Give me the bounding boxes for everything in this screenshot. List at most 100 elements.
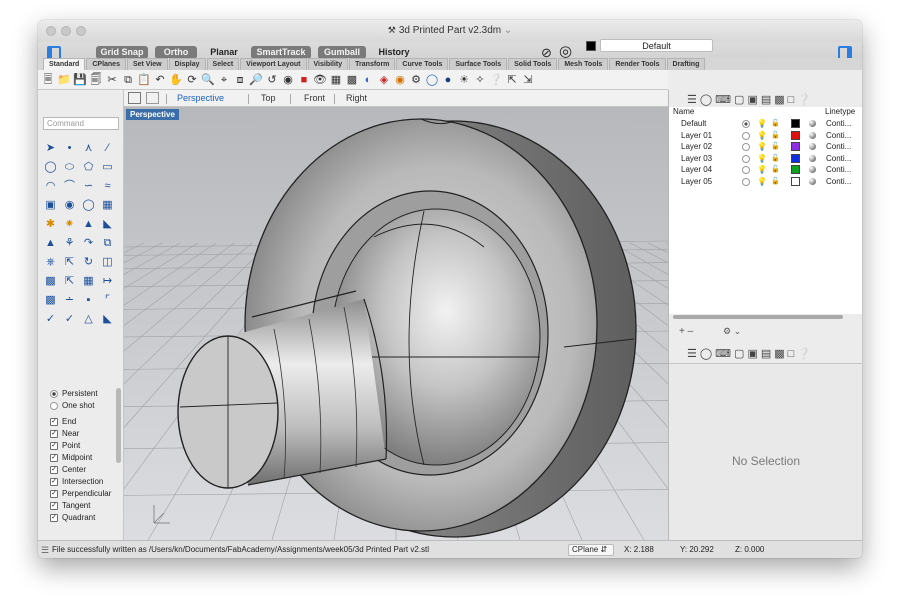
move-tool-icon[interactable]: ⎈	[42, 254, 59, 271]
render-icon[interactable]: ●	[441, 73, 455, 87]
layer-color-swatch[interactable]	[791, 130, 800, 140]
undo-view-icon[interactable]: ↺	[265, 73, 279, 87]
four-viewport-icon[interactable]	[146, 92, 159, 104]
layer-name[interactable]: Layer 05	[681, 176, 712, 187]
hatch-icon[interactable]: ◣	[99, 311, 116, 328]
layer-linetype[interactable]: Conti...	[826, 176, 851, 187]
select-arrow-icon[interactable]: ➤	[42, 140, 59, 157]
layer-name[interactable]: Layer 04	[681, 164, 712, 175]
layer-name[interactable]: Default	[681, 118, 706, 129]
arc-icon[interactable]: ◠	[42, 178, 59, 195]
osnap-intersection[interactable]: ✓ Intersection	[50, 476, 122, 488]
tab-front[interactable]: Front	[304, 93, 325, 103]
polyline-icon[interactable]: ⋏	[80, 140, 97, 157]
checkbox[interactable]: ✓	[50, 478, 58, 486]
status-panel-icon[interactable]: ☰	[41, 541, 49, 558]
boolean-union-icon[interactable]: ✱	[42, 216, 59, 233]
box-edit-icon[interactable]: ▩	[42, 292, 59, 309]
eye-icon[interactable]: 👁	[313, 73, 327, 87]
materials-icon[interactable]: ◯	[425, 73, 439, 87]
grid-icon[interactable]: ▩	[345, 73, 359, 87]
offset-icon[interactable]: ≈	[99, 178, 116, 195]
lock-icon[interactable]: 🔓	[771, 118, 780, 129]
layer-row[interactable]: Layer 03 💡 🔓 Conti...	[669, 153, 862, 164]
panel-tabs-top[interactable]: ☰◯⌨▢▣▤▩□❔	[687, 93, 847, 107]
extrude-icon[interactable]: ▲	[80, 216, 97, 233]
tab-solid-tools[interactable]: Solid Tools	[508, 58, 558, 70]
analyze-icon[interactable]: ∸	[61, 292, 78, 309]
split-icon[interactable]: ↷	[80, 235, 97, 252]
current-layer-radio[interactable]	[742, 177, 750, 186]
layer-name[interactable]: Layer 01	[681, 130, 712, 141]
cplane-icon[interactable]: ▦	[329, 73, 343, 87]
viewport-canvas[interactable]	[124, 107, 668, 540]
cplane-dropdown[interactable]: CPlane ⇵	[568, 544, 614, 556]
shaded-icon[interactable]: ◐	[361, 73, 375, 87]
viewport-title[interactable]: Perspective	[126, 109, 179, 120]
checkbox[interactable]: ✓	[50, 466, 58, 474]
layers-name-header[interactable]: Name	[673, 107, 694, 116]
osnap-end[interactable]: ✓ End	[50, 416, 122, 428]
zoom-selected-icon[interactable]: 🔎	[249, 73, 263, 87]
visibility-bulb-icon[interactable]: 💡	[757, 153, 767, 164]
array-linear-icon[interactable]: ▪	[80, 292, 97, 309]
visibility-bulb-icon[interactable]: 💡	[757, 130, 767, 141]
visibility-bulb-icon[interactable]: 💡	[757, 176, 767, 187]
rotate-tool-icon[interactable]: ↻	[80, 254, 97, 271]
scale-icon[interactable]: ⇲	[521, 73, 535, 87]
paste-icon[interactable]: 📋	[137, 73, 151, 87]
new-file-icon[interactable]: 🗏	[41, 73, 55, 87]
tab-viewport-layout[interactable]: Viewport Layout	[240, 58, 307, 70]
scale-tool-icon[interactable]: ⇱	[61, 273, 78, 290]
visibility-bulb-icon[interactable]: 💡	[757, 164, 767, 175]
help-icon[interactable]: ❔	[489, 73, 503, 87]
layer-linetype[interactable]: Conti...	[826, 164, 851, 175]
lock-icon[interactable]: 🔓	[771, 141, 780, 152]
mirror-tool-icon[interactable]: ◫	[99, 254, 116, 271]
layer-row[interactable]: Layer 05 💡 🔓 Conti...	[669, 176, 862, 187]
tab-display[interactable]: Display	[168, 58, 206, 70]
boolean-diff-icon[interactable]: ✷	[61, 216, 78, 233]
lock-icon[interactable]: 🔓	[771, 153, 780, 164]
save-as-icon[interactable]: 🗐	[89, 73, 103, 87]
polygon-icon[interactable]: ⬠	[80, 159, 97, 176]
zoom-extents-icon[interactable]: ⧈	[233, 73, 247, 87]
checkbox[interactable]: ✓	[50, 490, 58, 498]
lights-icon[interactable]: ☀	[457, 73, 471, 87]
add-remove-layer-buttons[interactable]: + –	[679, 326, 693, 337]
material-ball-icon[interactable]	[809, 143, 816, 150]
radio-button[interactable]	[50, 402, 58, 410]
pan-icon[interactable]: ✋	[169, 73, 183, 87]
material-ball-icon[interactable]	[809, 120, 816, 127]
tab-select[interactable]: Select	[206, 58, 240, 70]
panel-tabs-bottom[interactable]: ☰◯⌨▢▣▤▩□❔	[687, 347, 847, 361]
visibility-bulb-icon[interactable]: 💡	[757, 141, 767, 152]
copy-tool-icon[interactable]: ⇱	[61, 254, 78, 271]
undo-icon[interactable]: ↶	[153, 73, 167, 87]
osnap-perpendicular[interactable]: ✓ Perpendicular	[50, 488, 122, 500]
radio-button[interactable]	[50, 390, 58, 398]
line-icon[interactable]: ∕	[99, 140, 116, 157]
properties-icon[interactable]: ⚙	[409, 73, 423, 87]
layer-color-swatch[interactable]	[791, 142, 800, 151]
osnap-mode-persistent[interactable]: Persistent	[50, 388, 122, 400]
circle-icon[interactable]: ◯	[42, 159, 59, 176]
layer-linetype[interactable]: Conti...	[826, 141, 851, 152]
material-ball-icon[interactable]	[809, 154, 816, 162]
ellipse-icon[interactable]: ⬭	[61, 159, 78, 176]
array-icon[interactable]: ▩	[42, 273, 59, 290]
car-icon[interactable]: ■	[297, 73, 311, 87]
perspective-viewport[interactable]: Perspective	[124, 107, 668, 540]
osnap-midpoint[interactable]: ✓ Midpoint	[50, 452, 122, 464]
osnap-mode-one-shot[interactable]: One shot	[50, 400, 122, 412]
current-layer-field[interactable]: Default	[600, 39, 713, 52]
layer-row[interactable]: Default 💡 🔓 Conti...	[669, 118, 862, 129]
surface-icon[interactable]: ▦	[99, 197, 116, 214]
checkbox[interactable]: ✓	[50, 502, 58, 510]
material-ball-icon[interactable]	[809, 131, 816, 139]
checkbox[interactable]: ✓	[50, 454, 58, 462]
tab-transform[interactable]: Transform	[349, 58, 396, 70]
zoom-window-icon[interactable]: ⌖	[217, 73, 231, 87]
snapshot-icon[interactable]: ✧	[473, 73, 487, 87]
layer-linetype[interactable]: Conti...	[826, 153, 851, 164]
